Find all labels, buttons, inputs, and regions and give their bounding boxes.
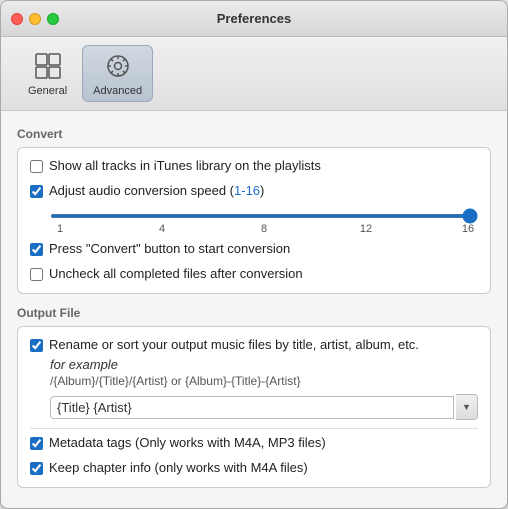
adjust-speed-row: Adjust audio conversion speed (1-16) [30, 183, 478, 200]
tab-advanced-label: Advanced [93, 85, 142, 97]
tab-general[interactable]: General [17, 45, 78, 102]
uncheck-completed-row: Uncheck all completed files after conver… [30, 266, 478, 283]
press-convert-label: Press "Convert" button to start conversi… [49, 241, 290, 258]
main-content: Convert Show all tracks in iTunes librar… [1, 111, 507, 508]
toolbar: General Advanced [1, 37, 507, 111]
titlebar: Preferences [1, 1, 507, 37]
window-title: Preferences [217, 11, 291, 26]
tab-advanced[interactable]: Advanced [82, 45, 153, 102]
press-convert-checkbox[interactable] [30, 243, 43, 256]
metadata-tags-label: Metadata tags (Only works with M4A, MP3 … [49, 435, 326, 452]
format-example: /{Album}/{Title}/{Artist} or {Album}-{Ti… [50, 374, 478, 388]
show-tracks-checkbox[interactable] [30, 160, 43, 173]
adjust-speed-label: Adjust audio conversion speed (1-16) [49, 183, 264, 200]
keep-chapter-label: Keep chapter info (only works with M4A f… [49, 460, 308, 477]
divider [30, 428, 478, 429]
close-button[interactable] [11, 13, 23, 25]
advanced-icon [102, 50, 134, 82]
keep-chapter-row: Keep chapter info (only works with M4A f… [30, 460, 478, 477]
adjust-speed-checkbox[interactable] [30, 185, 43, 198]
rename-sort-row: Rename or sort your output music files b… [30, 337, 478, 354]
example-label: for example [50, 357, 478, 372]
minimize-button[interactable] [29, 13, 41, 25]
metadata-tags-checkbox[interactable] [30, 437, 43, 450]
tick-4: 4 [152, 223, 172, 235]
speed-slider[interactable] [50, 214, 478, 218]
tick-1: 1 [50, 223, 70, 235]
rename-sub: for example /{Album}/{Title}/{Artist} or… [50, 357, 478, 420]
keep-chapter-checkbox[interactable] [30, 462, 43, 475]
preferences-window: Preferences General [0, 0, 508, 509]
output-section-label: Output File [17, 306, 491, 320]
show-tracks-label: Show all tracks in iTunes library on the… [49, 158, 321, 175]
traffic-lights [11, 13, 59, 25]
rename-sort-checkbox[interactable] [30, 339, 43, 352]
slider-container: 1 4 8 12 16 [30, 202, 478, 241]
metadata-tags-row: Metadata tags (Only works with M4A, MP3 … [30, 435, 478, 452]
speed-range-text: 1-16 [234, 183, 260, 198]
uncheck-completed-label: Uncheck all completed files after conver… [49, 266, 303, 283]
tab-general-label: General [28, 85, 67, 97]
rename-sort-label: Rename or sort your output music files b… [49, 337, 419, 354]
format-dropdown-button[interactable]: ▼ [456, 394, 478, 420]
output-section-box: Rename or sort your output music files b… [17, 326, 491, 489]
show-tracks-row: Show all tracks in iTunes library on the… [30, 158, 478, 175]
press-convert-row: Press "Convert" button to start conversi… [30, 241, 478, 258]
tick-8: 8 [254, 223, 274, 235]
maximize-button[interactable] [47, 13, 59, 25]
general-icon [32, 50, 64, 82]
tick-12: 12 [356, 223, 376, 235]
convert-section-label: Convert [17, 127, 491, 141]
convert-section-box: Show all tracks in iTunes library on the… [17, 147, 491, 294]
uncheck-completed-checkbox[interactable] [30, 268, 43, 281]
format-input-row: ▼ [50, 394, 478, 420]
format-input[interactable] [50, 396, 454, 419]
tick-16: 16 [458, 223, 478, 235]
